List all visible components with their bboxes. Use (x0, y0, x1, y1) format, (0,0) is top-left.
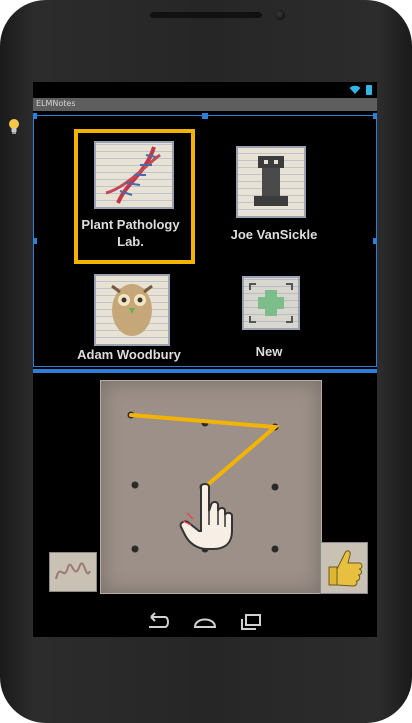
speaker-grille (150, 12, 262, 18)
title-bar: ELMNotes (33, 98, 377, 111)
owl-sketch-icon (94, 274, 170, 346)
note-title-line1: Plant Pathology (81, 217, 180, 232)
thumbs-up-icon (328, 550, 363, 587)
lightbulb-icon (9, 119, 19, 134)
note-title: Adam Woodbury (77, 347, 181, 362)
pattern-dot[interactable] (271, 545, 279, 553)
note-title-line2: Lab. (117, 234, 144, 249)
resize-handle[interactable] (33, 113, 37, 119)
new-note-button[interactable]: New (234, 276, 304, 359)
battery-icon (366, 85, 372, 95)
note-title: New (255, 344, 283, 359)
pointing-hand-icon (179, 483, 233, 550)
navigation-bar (33, 607, 377, 637)
recents-icon[interactable] (237, 611, 265, 633)
signature-sketch-icon (55, 562, 91, 580)
pattern-dot[interactable] (131, 481, 139, 489)
pattern-dot[interactable] (131, 545, 139, 553)
chess-rook-sketch-icon (236, 146, 306, 218)
screen: ELMNotes Plant Pathology Lab. Joe VanSic… (33, 82, 377, 637)
note-tile-adam-woodbury[interactable]: Adam Woodbury (74, 274, 194, 366)
status-bar (33, 82, 377, 98)
front-camera (275, 10, 285, 20)
notes-grid: Plant Pathology Lab. Joe VanSickle Adam … (33, 113, 377, 367)
tablet-frame: ELMNotes Plant Pathology Lab. Joe VanSic… (0, 0, 412, 723)
back-icon[interactable] (143, 611, 171, 633)
pattern-dot[interactable] (271, 483, 279, 491)
resize-handle[interactable] (373, 238, 377, 244)
resize-handle[interactable] (373, 113, 377, 119)
dna-sketch-icon (94, 141, 174, 209)
plus-icon (242, 276, 300, 330)
home-icon[interactable] (191, 611, 219, 633)
signature-card[interactable] (49, 552, 97, 592)
pattern-pad[interactable] (100, 380, 322, 594)
like-card[interactable] (320, 542, 368, 594)
note-title: Joe VanSickle (230, 227, 318, 242)
resize-handle[interactable] (33, 238, 37, 244)
resize-handle[interactable] (202, 113, 208, 119)
wifi-icon (349, 85, 361, 94)
app-title: ELMNotes (36, 99, 76, 108)
split-divider[interactable] (33, 369, 377, 373)
note-tile-joe-vansickle[interactable]: Joe VanSickle (224, 146, 344, 246)
note-label: Plant Pathology Lab. (78, 216, 183, 250)
note-tile-plant-pathology[interactable]: Plant Pathology Lab. (74, 129, 195, 264)
